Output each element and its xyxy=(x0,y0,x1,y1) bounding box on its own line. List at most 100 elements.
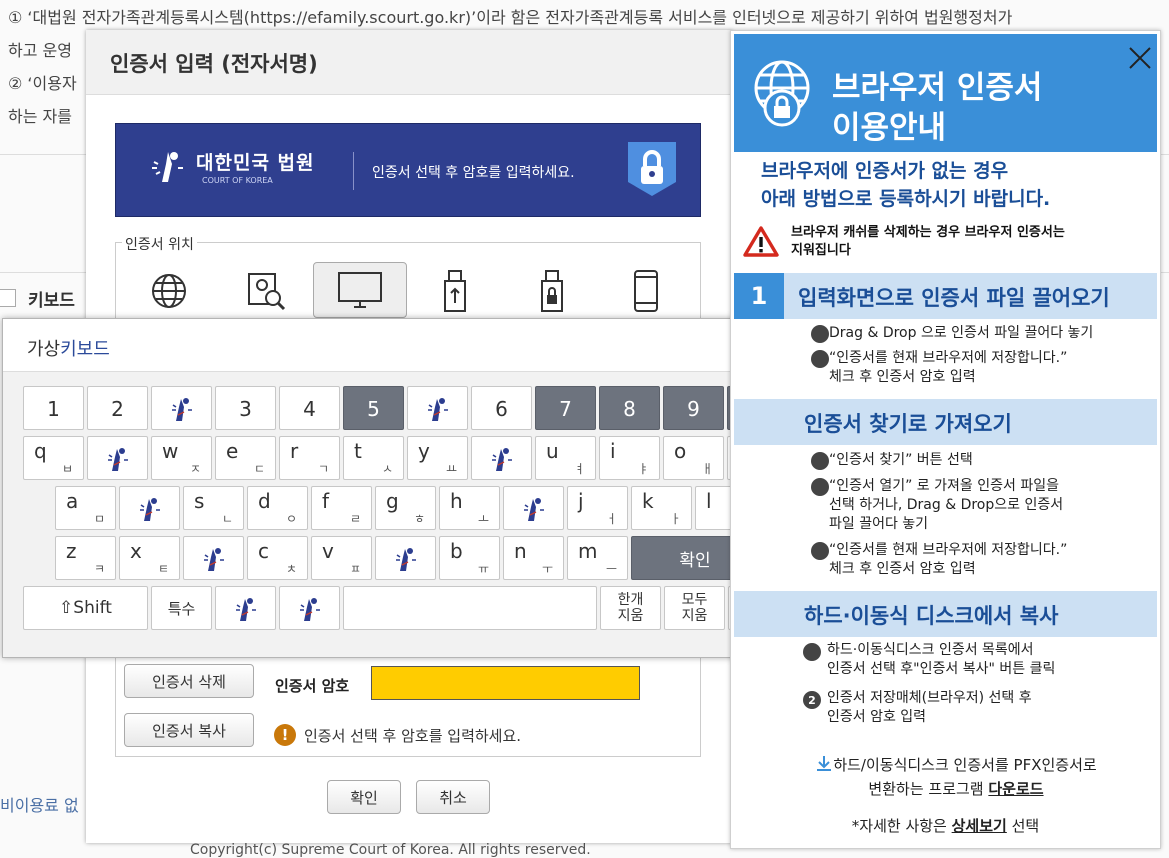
court-emblem-icon xyxy=(202,545,226,577)
digit-key[interactable]: 1 xyxy=(23,386,84,430)
shift-key[interactable]: ⇧Shift xyxy=(23,586,148,630)
key-letter: s xyxy=(194,489,205,513)
key-digit: 9 xyxy=(687,397,700,421)
key-hangul: ㅂ xyxy=(61,462,73,476)
digit-key[interactable]: 8 xyxy=(599,386,660,430)
guide-intro-line2: 아래 방법으로 등록하시기 바랍니다. xyxy=(761,188,1051,210)
guide-warning-line1: 브라우저 캐쉬를 삭제하는 경우 브라우저 인증서는 xyxy=(791,225,1065,240)
letter-key[interactable]: hㅗ xyxy=(439,486,500,530)
special-chars-key[interactable]: 특수 xyxy=(151,586,212,630)
letter-key[interactable]: fㄹ xyxy=(311,486,372,530)
s3-item-1-line1: 하드·이동식디스크 인증서 목록에서 xyxy=(827,642,1034,658)
key-letter: l xyxy=(706,489,712,513)
letter-key[interactable]: oㅐ xyxy=(663,436,724,480)
guide-warning: 브라우저 캐쉬를 삭제하는 경우 브라우저 인증서는 지워집니다 xyxy=(791,224,1065,260)
key-hangul: ㄱ xyxy=(317,462,329,476)
download-icon xyxy=(817,756,832,771)
letter-key[interactable]: vㅍ xyxy=(311,536,372,580)
key-digit: 3 xyxy=(239,397,252,421)
letter-key[interactable]: rㄱ xyxy=(279,436,340,480)
key-hangul: ㄹ xyxy=(349,512,361,526)
virtual-keyboard-title: 가상키보드 xyxy=(27,335,110,361)
letter-key[interactable]: dㅇ xyxy=(247,486,308,530)
letter-key[interactable]: wㅈ xyxy=(151,436,212,480)
key-letter: w xyxy=(162,439,179,463)
close-icon[interactable] xyxy=(1126,44,1154,72)
letter-key[interactable]: aㅁ xyxy=(55,486,116,530)
bg-copyright: Copyright(c) Supreme Court of Korea. All… xyxy=(190,842,591,858)
key-letter: f xyxy=(322,489,330,513)
letter-key[interactable]: sㄴ xyxy=(183,486,244,530)
removable-disk-icon[interactable] xyxy=(427,266,483,316)
court-emblem-icon xyxy=(234,595,258,627)
s2-item-3: “인증서를 현재 브라우저에 저장합니다.” 체크 후 인증서 암호 입력 xyxy=(829,541,1067,579)
globe-icon xyxy=(152,274,186,308)
blank-emblem-key[interactable] xyxy=(375,536,436,580)
letter-key[interactable]: kㅏ xyxy=(631,486,692,530)
letter-key[interactable]: tㅅ xyxy=(343,436,404,480)
blank-emblem-key[interactable] xyxy=(119,486,180,530)
letter-key[interactable]: gㅎ xyxy=(375,486,436,530)
letter-key[interactable]: nㅜ xyxy=(503,536,564,580)
cancel-button[interactable]: 취소 xyxy=(416,780,490,814)
space-key[interactable] xyxy=(343,586,597,630)
digit-key[interactable]: 3 xyxy=(215,386,276,430)
guide-footer: 하드/이동식디스크 인증서를 PFX인증서로 변환하는 프로그램 다운로드 xyxy=(771,753,1141,801)
letter-key[interactable]: eㄷ xyxy=(215,436,276,480)
digit-key[interactable]: 9 xyxy=(663,386,724,430)
digit-key[interactable]: 6 xyxy=(471,386,532,430)
digit-key[interactable]: 4 xyxy=(279,386,340,430)
password-field[interactable] xyxy=(371,666,640,700)
blank-emblem-key[interactable] xyxy=(183,536,244,580)
digit-key[interactable]: 2 xyxy=(87,386,148,430)
key-hangul: ㅊ xyxy=(285,562,297,576)
letter-key[interactable]: jㅓ xyxy=(567,486,628,530)
letter-key[interactable]: mㅡ xyxy=(567,536,628,580)
digit-key[interactable]: 7 xyxy=(535,386,596,430)
key-letter: h xyxy=(450,489,463,513)
backspace-key[interactable]: 한개 지움 xyxy=(600,586,661,630)
find-cert-icon[interactable] xyxy=(238,266,294,316)
letter-key[interactable]: uㅕ xyxy=(535,436,596,480)
hard-disk-storage-icon[interactable] xyxy=(313,262,407,318)
blank-emblem-key[interactable] xyxy=(215,586,276,630)
dialog-header: 인증서 입력 (전자서명) xyxy=(86,30,732,95)
s2-item-2-line2: 선택 하거나, Drag & Drop으로 인증서 xyxy=(829,497,1064,513)
delete-cert-button[interactable]: 인증서 삭제 xyxy=(124,664,254,698)
letter-key[interactable]: iㅑ xyxy=(599,436,660,480)
key-letter: e xyxy=(226,439,239,463)
blank-emblem-key[interactable] xyxy=(279,586,340,630)
details-link[interactable]: 상세보기 xyxy=(952,817,1007,835)
password-hint: 인증서 선택 후 암호를 입력하세요. xyxy=(304,727,522,745)
blank-emblem-key[interactable] xyxy=(407,386,468,430)
usb-drive-icon xyxy=(444,270,466,312)
mobile-storage-icon[interactable] xyxy=(618,266,674,316)
key-letter: m xyxy=(578,539,598,563)
key-hangul: ㅕ xyxy=(573,462,585,476)
download-link[interactable]: 다운로드 xyxy=(988,780,1043,798)
warning-icon: ! xyxy=(274,724,296,746)
blank-emblem-key[interactable] xyxy=(471,436,532,480)
digit-key[interactable]: 5 xyxy=(343,386,404,430)
letter-key[interactable]: xㅌ xyxy=(119,536,180,580)
letter-key[interactable]: zㅋ xyxy=(55,536,116,580)
security-token-storage-icon[interactable] xyxy=(524,266,580,316)
s2-item-2-line1: “인증서 열기” 로 가져올 인증서 파일을 xyxy=(829,478,1059,494)
clear-all-key[interactable]: 모두 지움 xyxy=(664,586,725,630)
backspace-line1: 한개 xyxy=(617,592,644,608)
letter-key[interactable]: qㅂ xyxy=(23,436,84,480)
ok-button[interactable]: 확인 xyxy=(327,780,401,814)
court-emblem-icon xyxy=(106,445,130,477)
copy-cert-button[interactable]: 인증서 복사 xyxy=(124,713,254,747)
letter-key[interactable]: cㅊ xyxy=(247,536,308,580)
keyboard-checkbox[interactable] xyxy=(0,289,16,307)
letter-key[interactable]: bㅠ xyxy=(439,536,500,580)
blank-emblem-key[interactable] xyxy=(151,386,212,430)
letter-key[interactable]: yㅛ xyxy=(407,436,468,480)
blank-emblem-key[interactable] xyxy=(503,486,564,530)
browser-storage-icon[interactable] xyxy=(141,266,197,316)
key-letter: q xyxy=(34,439,47,463)
s1-item-2: “인증서를 현재 브라우저에 저장합니다.” 체크 후 인증서 암호 입력 xyxy=(829,349,1067,387)
blank-emblem-key[interactable] xyxy=(87,436,148,480)
guide-footer-line1: 하드/이동식디스크 인증서를 PFX인증서로 xyxy=(833,756,1097,774)
